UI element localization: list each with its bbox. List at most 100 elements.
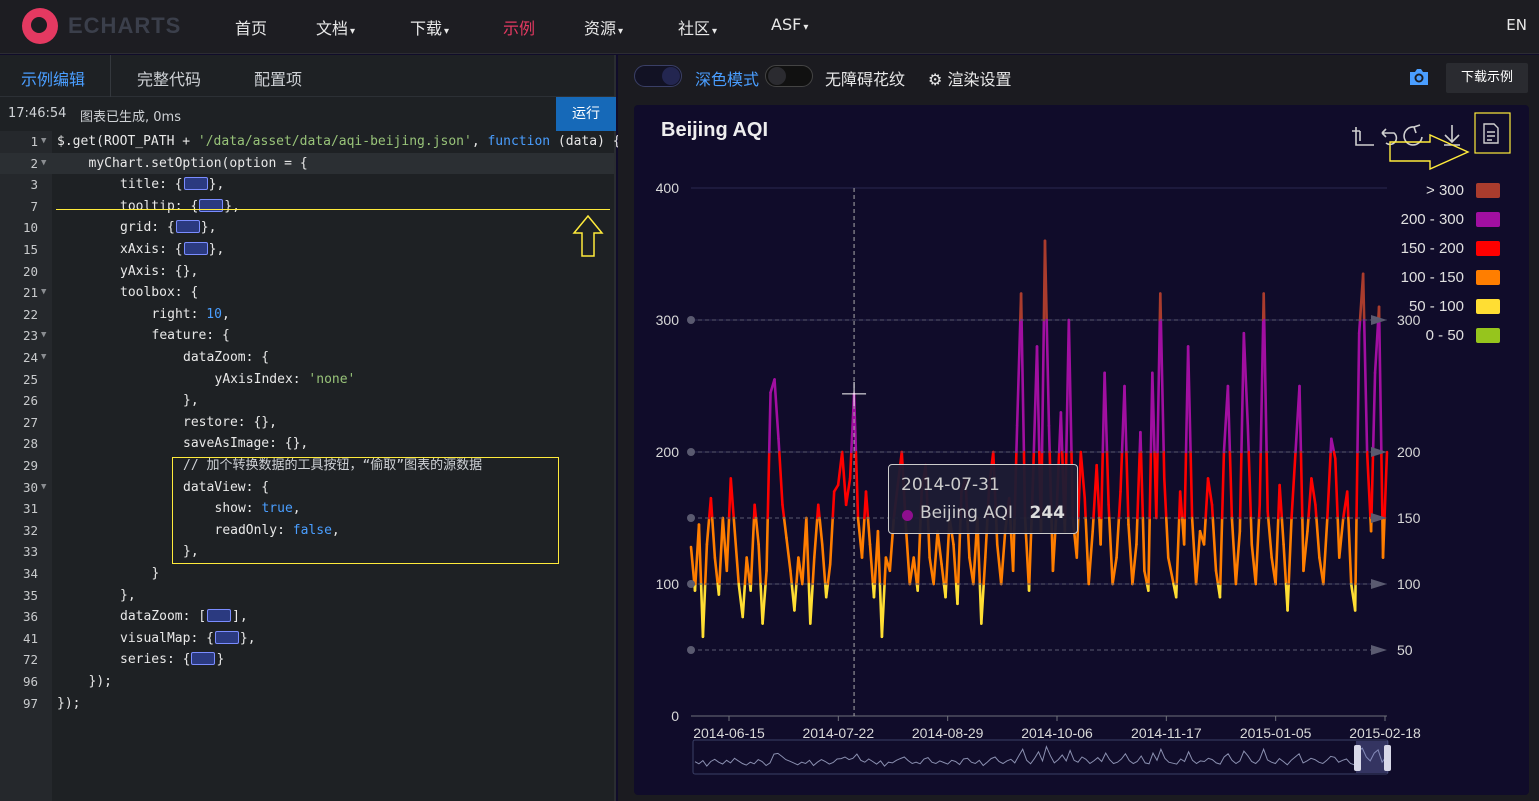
nav-item-5[interactable]: 社区 ▾ (678, 15, 717, 39)
series-line-segment (1107, 516, 1114, 586)
folded-block-icon[interactable] (175, 220, 200, 234)
x-tick-label: 2015-02-18 (1349, 725, 1421, 741)
nav-item-2[interactable]: 下载 ▾ (410, 15, 449, 39)
code-line[interactable]: 25 yAxisIndex: 'none' (0, 369, 614, 391)
code-line[interactable]: 21 ▼ toolbox: { (0, 282, 614, 304)
code-line[interactable]: 1 ▼ $.get(ROOT_PATH + '/data/asset/data/aq… (0, 131, 620, 153)
code-token: visualMap: { (120, 630, 214, 646)
nav-item-0[interactable]: 首页 (235, 15, 267, 39)
code-line[interactable]: 27 restore: {}, (0, 412, 614, 434)
series-line-segment (1015, 318, 1022, 427)
series-line-segment (1373, 318, 1380, 375)
code-token: $.get(ROOT_PATH + (57, 134, 198, 149)
visualmap-label: 100 - 150 (1401, 269, 1464, 286)
series-line-segment (1345, 490, 1350, 520)
y-tick-label: 400 (656, 180, 680, 196)
camera-icon[interactable] (1408, 67, 1430, 87)
code-line[interactable]: 26}, (0, 390, 614, 412)
series-line-segment (1159, 318, 1166, 454)
tab-options[interactable]: 配置项 (254, 66, 302, 90)
series-line-segment (872, 582, 877, 599)
series-line-segment (1322, 516, 1329, 586)
code-line[interactable]: 10 grid: {}, (0, 217, 614, 239)
folded-block-icon[interactable] (191, 652, 216, 666)
series-line-segment (1315, 516, 1321, 559)
series-line-segment (818, 516, 824, 546)
line-number: 33 (22, 544, 38, 560)
aria-toggle[interactable] (765, 65, 813, 87)
echarts-logo[interactable]: ECHARTS (22, 8, 192, 44)
tab-example-edit[interactable]: 示例编辑 (21, 66, 85, 90)
chart-svg[interactable]: 0 100 200 300 400 2014-06-15 2014-07-22 2014-08… (634, 105, 1529, 795)
mark-line-arrow (1371, 645, 1387, 655)
x-tick-label: 2014-08-29 (912, 725, 984, 741)
nav-item-4[interactable]: 资源 ▾ (584, 15, 623, 39)
code-line[interactable]: 35}, (0, 585, 614, 607)
caret-down-icon: ▾ (350, 26, 356, 37)
nav-item-label: ASF (771, 15, 802, 34)
series-line-segment (1206, 477, 1214, 507)
highlight-box (172, 457, 559, 564)
series-line-segment (816, 503, 821, 520)
folded-block-icon[interactable] (214, 630, 239, 644)
fold-arrow-icon[interactable]: ▼ (41, 347, 46, 369)
series-line-segment (1356, 331, 1361, 454)
dark-mode-toggle[interactable] (634, 65, 682, 87)
render-settings[interactable]: ⚙ 渲染设置 (928, 66, 1011, 90)
fold-arrow-icon[interactable]: ▼ (41, 325, 46, 347)
code-line[interactable]: 2 ▼ myChart.setOption(option = { (0, 152, 614, 175)
code-line[interactable]: 97}); (0, 693, 614, 715)
language-switch[interactable]: EN (1506, 16, 1527, 34)
fold-arrow-icon[interactable]: ▼ (41, 477, 46, 499)
code-line[interactable]: 28 saveAsImage: {}, (0, 433, 614, 455)
series-line-segment (761, 582, 767, 625)
folded-block-icon[interactable] (183, 242, 208, 255)
code-line[interactable]: 34} (0, 563, 614, 585)
right-arrow-annotation (1389, 133, 1470, 171)
code-text: yAxis: {}, (120, 261, 198, 283)
folded-block-icon[interactable] (207, 609, 232, 623)
code-token: saveAsImage: {}, (183, 436, 309, 452)
nav-item-3[interactable]: 示例 (503, 15, 535, 39)
series-line-segment (876, 529, 882, 586)
code-line[interactable]: 96}); (0, 671, 614, 693)
series-line-segment (1370, 450, 1375, 520)
mark-line-start (687, 514, 695, 522)
code-token: } (151, 566, 160, 581)
series-line-segment (1326, 450, 1332, 520)
fold-arrow-icon[interactable]: ▼ (41, 153, 46, 175)
tooltip-value: 244 (1029, 503, 1066, 523)
fold-arrow-icon[interactable]: ▼ (41, 131, 46, 153)
folded-block-icon[interactable] (183, 177, 208, 191)
series-line-segment (864, 490, 870, 520)
code-line[interactable]: 22 right: 10, (0, 304, 614, 326)
mark-line-start (687, 646, 695, 654)
series-line-segment (754, 516, 760, 546)
code-line[interactable]: 24 ▼ dataZoom: { (0, 347, 614, 369)
code-token: yAxisIndex: (214, 371, 309, 387)
tab-full-code[interactable]: 完整代码 (137, 66, 201, 90)
visualmap-swatch (1476, 299, 1500, 314)
code-line[interactable]: 20 yAxis: {}, (0, 261, 614, 283)
y-tick-label: 200 (656, 444, 680, 460)
series-line-segment (1238, 450, 1243, 520)
code-line[interactable]: 7 tooltip: {}, (0, 196, 614, 218)
code-line[interactable]: 36 dataZoom: [], (0, 606, 614, 628)
line-number: 21 (22, 285, 38, 301)
code-line[interactable]: 23 ▼ feature: { (0, 325, 614, 347)
download-example-button[interactable]: 下载示例 (1446, 63, 1528, 93)
code-line[interactable]: 15 xAxis: {}, (0, 239, 614, 261)
series-line-segment (1299, 450, 1304, 520)
fold-arrow-icon[interactable]: ▼ (41, 282, 46, 304)
code-line[interactable]: 41 visualMap: {}, (0, 628, 614, 650)
code-token: grid: { (120, 220, 175, 236)
run-button[interactable]: 运行 (556, 97, 616, 131)
code-line[interactable]: 3 title: {}, (0, 174, 614, 196)
datazoom-handle-left (1354, 745, 1361, 771)
nav-item-6[interactable]: ASF ▾ (771, 15, 808, 34)
up-arrow-annotation (572, 215, 604, 257)
code-token: (data) { (550, 134, 621, 149)
code-line[interactable]: 72 series: {} (0, 649, 614, 671)
tab-divider (110, 55, 111, 97)
nav-item-1[interactable]: 文档 ▾ (316, 15, 355, 39)
